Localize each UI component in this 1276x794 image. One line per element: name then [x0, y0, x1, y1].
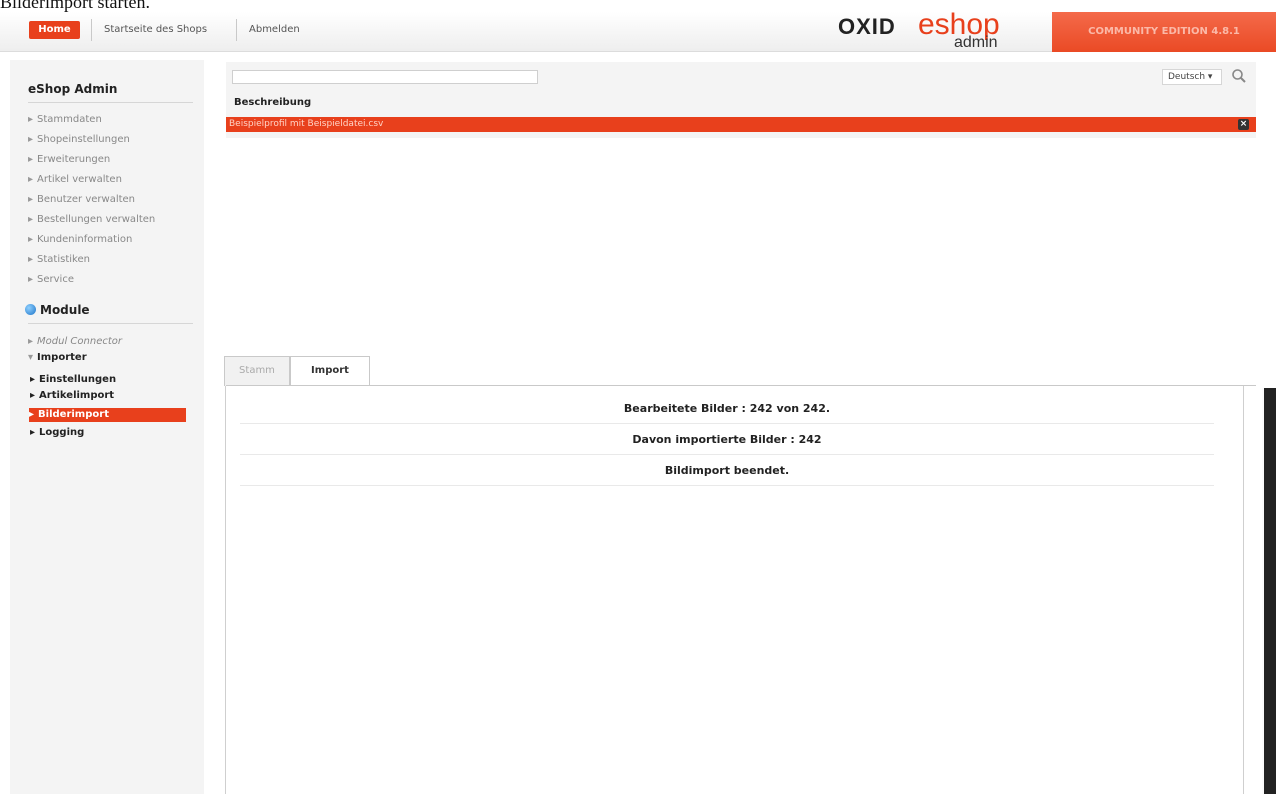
tab-stamm[interactable]: Stamm: [224, 356, 290, 386]
sidebar-item-label: Benutzer verwalten: [37, 194, 136, 205]
sidebar-divider: [28, 323, 193, 324]
sidebar-title: eShop Admin: [28, 82, 118, 96]
sidebar-subitem-bilderimport[interactable]: ▸ Bilderimport: [29, 408, 186, 422]
logout-link[interactable]: Abmelden: [249, 21, 300, 39]
language-select[interactable]: Deutsch ▾: [1162, 69, 1222, 85]
sidebar-item-statistiken[interactable]: ▸ Statistiken: [28, 250, 90, 270]
module-icon: [25, 304, 36, 315]
sidebar-item-bestellungen[interactable]: ▸ Bestellungen verwalten: [28, 210, 155, 230]
admin-logo-text: admin: [954, 34, 998, 51]
sidebar-item-benutzer[interactable]: ▸ Benutzer verwalten: [28, 190, 135, 210]
profile-row-label: Beispielprofil mit Beispieldatei.csv: [229, 119, 384, 129]
language-select-value: Deutsch: [1168, 72, 1206, 82]
sidebar-item-label: Kundeninformation: [37, 234, 133, 245]
search-icon[interactable]: [1231, 68, 1247, 84]
sidebar-item-label: Statistiken: [37, 254, 90, 265]
sidebar-divider: [28, 102, 193, 103]
sidebar-item-label: Importer: [37, 352, 87, 363]
sidebar-item-artikel[interactable]: ▸ Artikel verwalten: [28, 170, 122, 190]
sidebar-item-importer[interactable]: ▾ Importer: [28, 348, 87, 368]
profile-list-panel: Deutsch ▾ Beschreibung Beispielprofil mi…: [226, 62, 1256, 138]
chevron-down-icon: ▾: [1207, 72, 1213, 82]
sidebar-item-label: Service: [37, 274, 74, 285]
sidebar-subitem-artikelimport[interactable]: ▸ Artikelimport: [30, 389, 186, 403]
sidebar-item-label: Bestellungen verwalten: [37, 214, 156, 225]
result-imported-images: Davon importierte Bilder : 242: [240, 425, 1214, 455]
import-result-panel: Bearbeitete Bilder : 242 von 242. Davon …: [225, 386, 1244, 794]
profile-row-selected[interactable]: Beispielprofil mit Beispieldatei.csv ×: [226, 117, 1256, 132]
description-filter-input[interactable]: [232, 70, 538, 84]
sidebar-item-label: Erweiterungen: [37, 154, 111, 165]
sidebar-item-label: Artikel verwalten: [37, 174, 122, 185]
module-title-label: Module: [40, 303, 90, 317]
shop-start-link[interactable]: Startseite des Shops: [104, 21, 207, 39]
top-navigation-bar: Home Startseite des Shops Abmelden OXID …: [0, 8, 1276, 52]
sidebar-subitem-einstellungen[interactable]: ▸ Einstellungen: [30, 373, 186, 387]
nav-divider: [236, 19, 237, 41]
sidebar-item-service[interactable]: ▸ Service: [28, 270, 74, 290]
sidebar-item-shopeinstellungen[interactable]: ▸ Shopeinstellungen: [28, 130, 130, 150]
result-import-finished: Bildimport beendet.: [240, 456, 1214, 486]
sidebar-item-stammdaten[interactable]: ▸ Stammdaten: [28, 110, 102, 130]
tab-import[interactable]: Import: [290, 356, 370, 387]
nav-divider: [91, 19, 92, 41]
scrollbar-thumb[interactable]: [1264, 388, 1276, 794]
sidebar-item-kundeninformation[interactable]: ▸ Kundeninformation: [28, 230, 132, 250]
sidebar-item-label: Modul Connector: [37, 336, 122, 347]
sidebar-item-label: Stammdaten: [37, 114, 102, 125]
edition-badge: COMMUNITY EDITION 4.8.1: [1052, 12, 1276, 52]
sidebar-subitem-label: Logging: [39, 427, 85, 438]
sidebar-item-erweiterungen[interactable]: ▸ Erweiterungen: [28, 150, 110, 170]
sidebar-item-label: Shopeinstellungen: [37, 134, 130, 145]
sidebar-subitem-logging[interactable]: ▸ Logging: [30, 426, 186, 440]
oxid-logo-text: OXID: [838, 14, 896, 39]
sidebar-subitem-label: Artikelimport: [39, 390, 115, 401]
sidebar-subitem-label: Bilderimport: [38, 409, 109, 420]
module-section-title: Module: [25, 303, 90, 317]
column-header-beschreibung[interactable]: Beschreibung: [234, 97, 311, 108]
caption-text: Bilderimport starten.: [0, 0, 150, 12]
result-processed-images: Bearbeitete Bilder : 242 von 242.: [240, 394, 1214, 424]
sidebar-subitem-label: Einstellungen: [39, 374, 117, 385]
delete-icon[interactable]: ×: [1238, 119, 1249, 130]
sidebar-navigation: eShop Admin ▸ Stammdaten ▸ Shopeinstellung…: [10, 60, 204, 794]
home-button[interactable]: Home: [29, 21, 80, 39]
